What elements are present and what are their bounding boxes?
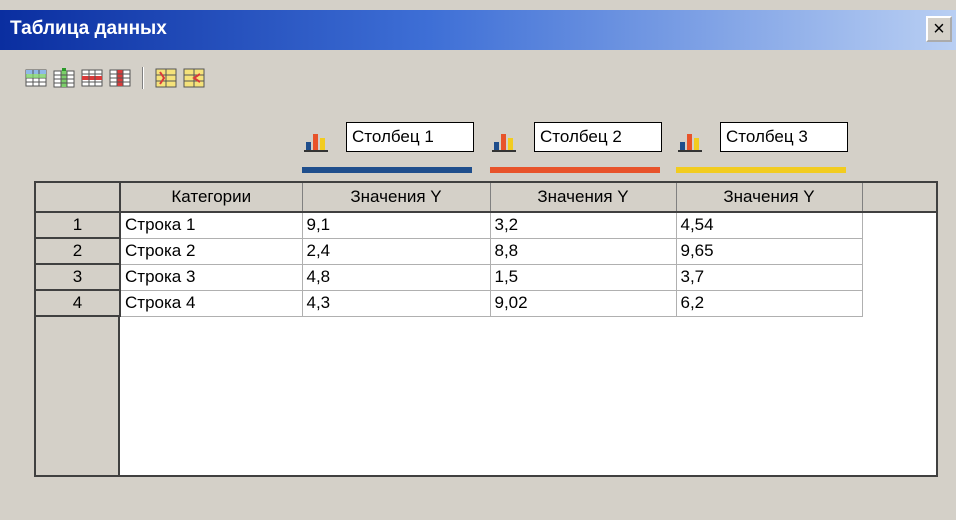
table-row: 2 Строка 2 2,4 8,8 9,65 <box>36 237 936 265</box>
insert-column-icon <box>53 68 75 88</box>
value-cell[interactable]: 9,65 <box>675 237 863 265</box>
insert-row-icon <box>25 69 47 87</box>
delete-row-icon <box>81 69 103 87</box>
row-number[interactable]: 2 <box>36 238 121 265</box>
series-header-3: Столбец 3 <box>676 122 856 174</box>
series-name-input-1[interactable]: Столбец 1 <box>346 122 474 152</box>
value-cell[interactable]: 6,2 <box>675 289 863 317</box>
value-cell[interactable]: 4,8 <box>301 263 491 291</box>
table-row: 4 Строка 4 4,3 9,02 6,2 <box>36 289 936 317</box>
value-cell[interactable]: 9,1 <box>301 211 491 239</box>
delete-column-icon <box>109 69 131 87</box>
value-cell[interactable]: 3,2 <box>489 211 677 239</box>
value-cell[interactable]: 4,3 <box>301 289 491 317</box>
toolbar <box>22 64 208 92</box>
data-grid: Категории Значения Y Значения Y Значения… <box>34 181 938 477</box>
title-bar: Таблица данных × <box>0 10 956 50</box>
empty-cell <box>862 238 936 264</box>
column-header-values-3[interactable]: Значения Y <box>676 183 863 213</box>
value-cell[interactable]: 2,4 <box>301 237 491 265</box>
category-cell[interactable]: Строка 3 <box>119 263 303 291</box>
series-name-input-3[interactable]: Столбец 3 <box>720 122 848 152</box>
series-header-1: Столбец 1 <box>302 122 482 174</box>
column-header-empty[interactable] <box>862 183 936 213</box>
data-table-window: Таблица данных × Столбец 1 Столбец 2 Сто… <box>0 0 956 520</box>
insert-column-button[interactable] <box>50 65 78 91</box>
column-header-categories[interactable]: Категории <box>120 183 303 213</box>
swap-rows-icon <box>155 68 177 88</box>
series-color-bar-2 <box>490 167 660 173</box>
table-row: 3 Строка 3 4,8 1,5 3,7 <box>36 263 936 291</box>
value-cell[interactable]: 3,7 <box>675 263 863 291</box>
close-icon: × <box>933 18 945 40</box>
empty-cell <box>862 290 936 316</box>
window-title: Таблица данных <box>10 18 167 39</box>
bar-chart-icon <box>304 134 328 152</box>
row-number[interactable]: 4 <box>36 290 121 317</box>
column-header-values-2[interactable]: Значения Y <box>490 183 677 213</box>
empty-cell <box>862 212 936 238</box>
close-button[interactable]: × <box>926 16 952 42</box>
delete-row-button[interactable] <box>78 65 106 91</box>
swap-columns-button[interactable] <box>180 65 208 91</box>
series-color-bar-3 <box>676 167 846 173</box>
series-name-input-2[interactable]: Столбец 2 <box>534 122 662 152</box>
category-cell[interactable]: Строка 2 <box>119 237 303 265</box>
row-number[interactable]: 1 <box>36 212 121 239</box>
category-cell[interactable]: Строка 4 <box>119 289 303 317</box>
bar-chart-icon <box>492 134 516 152</box>
delete-column-button[interactable] <box>106 65 134 91</box>
value-cell[interactable]: 9,02 <box>489 289 677 317</box>
table-row: 1 Строка 1 9,1 3,2 4,54 <box>36 211 936 239</box>
value-cell-editing[interactable]: 1,5 <box>489 263 677 291</box>
empty-cell <box>862 264 936 290</box>
row-number[interactable]: 3 <box>36 264 121 291</box>
corner-cell[interactable] <box>36 183 121 213</box>
column-header-values-1[interactable]: Значения Y <box>302 183 491 213</box>
toolbar-separator <box>142 67 144 89</box>
data-table: Категории Значения Y Значения Y Значения… <box>36 183 936 317</box>
swap-columns-icon <box>183 68 205 88</box>
series-header-2: Столбец 2 <box>490 122 670 174</box>
swap-rows-button[interactable] <box>152 65 180 91</box>
category-cell[interactable]: Строка 1 <box>119 211 303 239</box>
bar-chart-icon <box>678 134 702 152</box>
value-cell[interactable]: 8,8 <box>489 237 677 265</box>
insert-row-button[interactable] <box>22 65 50 91</box>
value-cell[interactable]: 4,54 <box>675 211 863 239</box>
series-color-bar-1 <box>302 167 472 173</box>
table-header-row: Категории Значения Y Значения Y Значения… <box>36 183 936 213</box>
